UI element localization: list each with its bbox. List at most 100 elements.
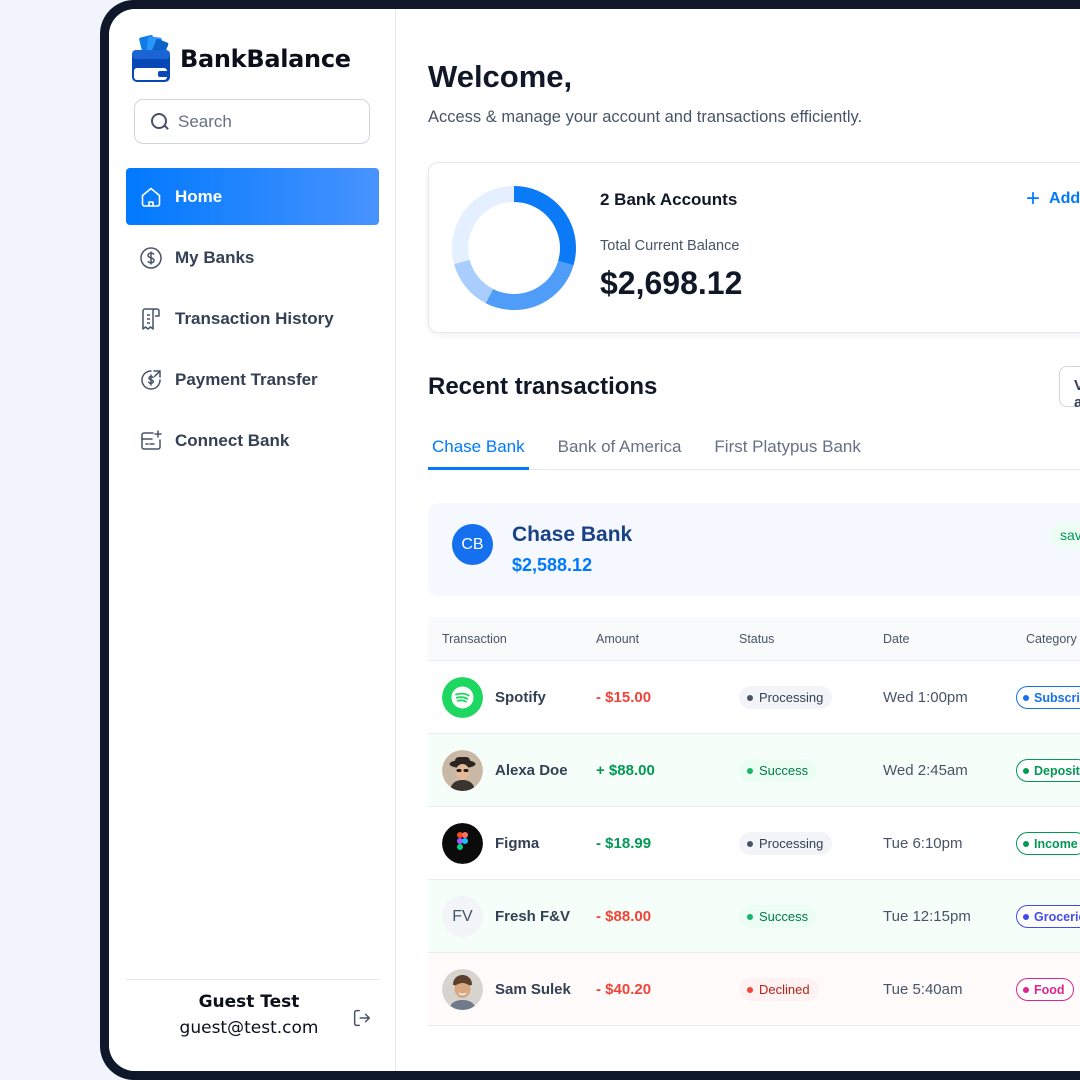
figma-icon bbox=[442, 823, 483, 864]
sidebar: BankBalance Home My Banks bbox=[109, 9, 396, 1071]
table-row[interactable]: Sam Sulek - $40.20 Declined Tue 5:40am Food bbox=[428, 953, 1080, 1026]
logout-icon[interactable] bbox=[351, 1007, 373, 1029]
merchant-avatar: FV bbox=[442, 896, 483, 937]
tab-bank-of-america[interactable]: Bank of America bbox=[554, 437, 686, 470]
bank-name: Chase Bank bbox=[512, 523, 633, 546]
user-footer: Guest Test guest@test.com bbox=[126, 979, 379, 1071]
transaction-cell: Sam Sulek bbox=[442, 953, 571, 1026]
amount-cell: - $88.00 bbox=[596, 880, 651, 953]
column-header-status: Status bbox=[739, 631, 775, 646]
user-email: guest@test.com bbox=[179, 1018, 319, 1038]
status-badge: Processing bbox=[739, 832, 833, 855]
date-cell: Wed 2:45am bbox=[883, 734, 968, 807]
view-all-button[interactable]: View all bbox=[1059, 366, 1080, 411]
receipt-icon bbox=[138, 306, 164, 332]
transaction-name: Fresh F&V bbox=[495, 908, 571, 925]
category-badge: Groceries bbox=[1016, 905, 1080, 928]
status-badge: Declined bbox=[739, 978, 819, 1001]
account-type-badge: savings bbox=[1049, 523, 1080, 548]
search-input[interactable] bbox=[178, 111, 358, 132]
total-balance-label: Total Current Balance bbox=[600, 238, 740, 254]
status-text: Processing bbox=[759, 836, 824, 851]
status-text: Success bbox=[759, 909, 809, 924]
category-dot bbox=[1023, 986, 1029, 993]
spotify-icon bbox=[442, 677, 483, 718]
status-cell: Success bbox=[739, 734, 818, 807]
search-box[interactable] bbox=[134, 99, 370, 144]
status-dot bbox=[747, 694, 753, 701]
recent-transactions-title: Recent transactions bbox=[428, 373, 658, 400]
date-cell: Tue 5:40am bbox=[883, 953, 963, 1026]
transaction-name: Sam Sulek bbox=[495, 981, 571, 998]
sidebar-nav: Home My Banks Transaction History Paymen… bbox=[126, 168, 379, 473]
transaction-amount: - $88.00 bbox=[596, 908, 652, 925]
user-name: Guest Test bbox=[198, 992, 300, 1012]
date-cell: Tue 6:10pm bbox=[883, 807, 963, 880]
sidebar-item-label: Transaction History bbox=[175, 308, 334, 328]
category-text: Deposit bbox=[1034, 763, 1080, 778]
status-dot bbox=[747, 767, 753, 774]
bank-tabs: Chase Bank Bank of America First Platypu… bbox=[428, 437, 1080, 470]
search-icon bbox=[150, 112, 170, 132]
sidebar-item-my-banks[interactable]: My Banks bbox=[126, 229, 379, 286]
main-content: Welcome, Access & manage your account an… bbox=[396, 9, 1080, 1071]
category-dot bbox=[1023, 840, 1029, 847]
add-bank-button[interactable]: + Add bbox=[1026, 187, 1080, 211]
sidebar-item-transaction-history[interactable]: Transaction History bbox=[126, 290, 379, 347]
sidebar-item-label: Home bbox=[175, 186, 223, 206]
tab-chase-bank[interactable]: Chase Bank bbox=[428, 437, 529, 470]
amount-cell: - $40.20 bbox=[596, 953, 651, 1026]
status-dot bbox=[747, 840, 753, 847]
status-text: Processing bbox=[759, 690, 824, 705]
dollar-circle-icon bbox=[138, 245, 164, 271]
table-row[interactable]: Alexa Doe + $88.00 Success Wed 2:45am Deposi… bbox=[428, 734, 1080, 807]
wallet-icon bbox=[131, 34, 173, 84]
status-cell: Declined bbox=[739, 953, 819, 1026]
status-cell: Processing bbox=[739, 661, 833, 734]
sidebar-item-home[interactable]: Home bbox=[126, 168, 379, 225]
status-text: Success bbox=[759, 763, 809, 778]
category-dot bbox=[1023, 767, 1029, 774]
sidebar-item-label: My Banks bbox=[175, 247, 255, 267]
tab-first-platypus-bank[interactable]: First Platypus Bank bbox=[710, 437, 864, 470]
transaction-name: Alexa Doe bbox=[495, 762, 568, 779]
table-row[interactable]: Spotify - $15.00 Processing Wed 1:00pm Subsc… bbox=[428, 661, 1080, 734]
bank-accounts-count: 2 Bank Accounts bbox=[600, 190, 738, 209]
column-header-category: Category bbox=[1026, 631, 1077, 646]
bank-balance: $2,588.12 bbox=[512, 555, 593, 575]
transaction-cell: FV Fresh F&V bbox=[442, 880, 570, 953]
brand-name: BankBalance bbox=[180, 45, 351, 73]
amount-cell: - $18.99 bbox=[596, 807, 651, 880]
transaction-date: Tue 12:15pm bbox=[883, 908, 971, 925]
date-cell: Tue 12:15pm bbox=[883, 880, 971, 953]
plus-icon: + bbox=[1026, 185, 1041, 212]
column-header-date: Date bbox=[883, 631, 910, 646]
sidebar-item-label: Connect Bank bbox=[175, 430, 290, 450]
category-text: Food bbox=[1034, 982, 1065, 997]
transaction-cell: Spotify bbox=[442, 661, 546, 734]
bank-avatar: CB bbox=[452, 524, 493, 565]
connect-bank-icon bbox=[138, 428, 164, 454]
category-cell: Groceries bbox=[1016, 880, 1080, 953]
sidebar-item-payment-transfer[interactable]: Payment Transfer bbox=[126, 351, 379, 408]
table-row[interactable]: FV Fresh F&V - $88.00 Success Tue 12:15pm Gro… bbox=[428, 880, 1080, 953]
category-cell: Food bbox=[1016, 953, 1074, 1026]
brand-logo[interactable]: BankBalance bbox=[131, 34, 351, 84]
category-badge: Food bbox=[1016, 978, 1074, 1001]
category-badge: Deposit bbox=[1016, 759, 1080, 782]
table-row[interactable]: Figma - $18.99 Processing Tue 6:10pm Income bbox=[428, 807, 1080, 880]
total-balance-card: 2 Bank Accounts Total Current Balance $2… bbox=[428, 162, 1080, 333]
table-header: Transaction Amount Status Date Category bbox=[428, 617, 1080, 661]
avatar-sam bbox=[442, 969, 483, 1010]
category-dot bbox=[1023, 694, 1029, 701]
transaction-amount: - $40.20 bbox=[596, 981, 652, 998]
category-cell: Income bbox=[1016, 807, 1080, 880]
balance-donut-chart bbox=[452, 186, 576, 310]
status-cell: Processing bbox=[739, 807, 833, 880]
sidebar-item-connect-bank[interactable]: Connect Bank bbox=[126, 412, 379, 469]
transaction-amount: - $18.99 bbox=[596, 835, 652, 852]
bank-info-card[interactable]: CB Chase Bank $2,588.12 savings bbox=[428, 503, 1080, 596]
transaction-name: Spotify bbox=[495, 689, 546, 706]
transaction-date: Tue 5:40am bbox=[883, 981, 963, 998]
transaction-amount: + $88.00 bbox=[596, 762, 655, 779]
